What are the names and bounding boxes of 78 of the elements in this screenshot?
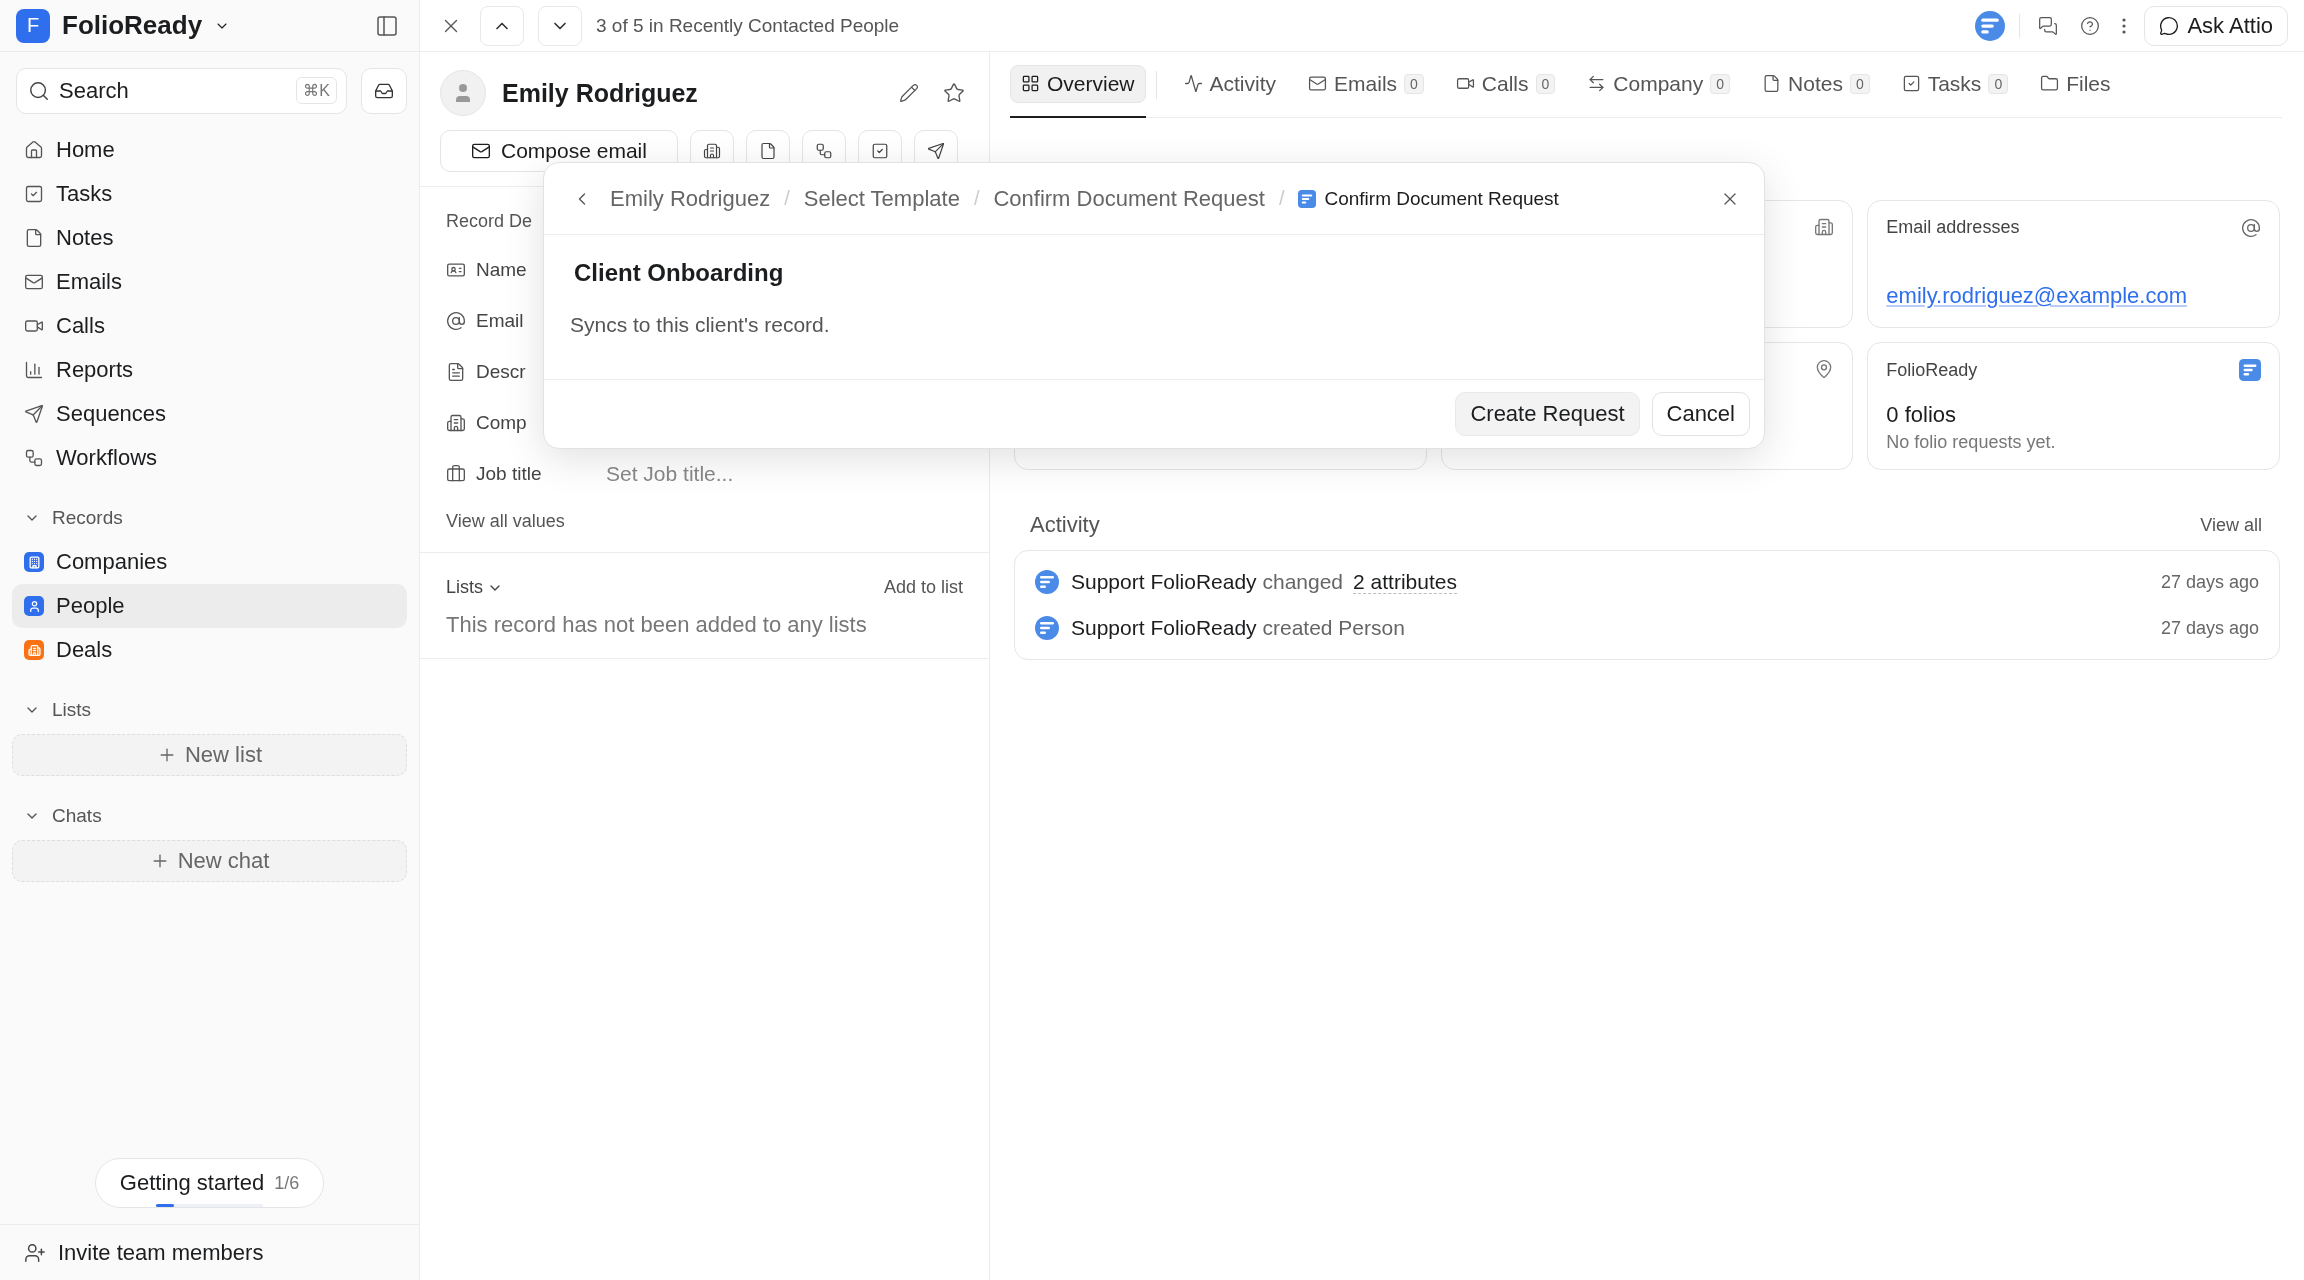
folio-count: 0 folios [1886,402,1958,428]
record-item[interactable]: People [12,584,407,628]
tab[interactable]: Activity [1172,51,1288,118]
tab[interactable]: Files [2029,51,2122,118]
breadcrumb-separator: / [973,187,980,210]
getting-started-button[interactable]: Getting started 1/6 [94,1158,325,1208]
breadcrumb[interactable]: Confirm Document Request [1298,187,1559,210]
nav-label: Companies [56,549,168,575]
breadcrumb[interactable]: Emily Rodriguez [610,185,771,212]
section-title: Activity [1030,512,1100,538]
tab-count: 0 [1710,73,1731,94]
card-title: Email addresses [1886,217,2020,238]
nav-item[interactable]: Notes [12,216,407,260]
nav-label: Workflows [56,445,158,471]
email-link[interactable]: emily.rodriguez@example.com [1886,283,2261,309]
person-name: Emily Rodriguez [502,78,699,108]
card-title: FolioReady [1886,359,1978,381]
dialog-description: Syncs to this client's record. [570,313,831,337]
nav-label: People [56,593,125,619]
card-note: No folio requests yet. [1886,432,2057,453]
empty-message: This record has not been added to any lists [446,612,868,638]
nav-item[interactable]: Tasks [12,172,407,216]
workspace-logo[interactable]: F [16,8,50,43]
field-label: Descr [476,360,527,383]
section-title[interactable]: Chats [52,805,102,827]
nav-label: Notes [56,225,114,251]
nav-item[interactable]: Emails [12,260,407,304]
lists-dropdown[interactable]: Lists [446,577,503,598]
view-all-link[interactable]: View all values [446,511,963,532]
nav-label: Sequences [56,401,167,427]
tab-count: 0 [1535,73,1556,94]
activity-time: 27 days ago [2160,571,2259,593]
record-item[interactable]: Deals [12,628,407,672]
view-all-link[interactable]: View all [2200,514,2262,536]
nav-label: Home [56,137,115,163]
field-label: Comp [476,411,528,434]
cancel-button[interactable]: Cancel [1651,392,1750,436]
section-title[interactable]: Records [52,507,123,529]
field-value[interactable]: Set Job title... [606,461,734,486]
workspace-name[interactable]: FolioReady [62,10,203,41]
nav-item[interactable]: Workflows [12,436,407,480]
shortcut-hint: ⌘K [296,77,337,104]
activity-text: Support FolioReady changed 2 attributes [1071,570,1458,594]
dialog-title: Client Onboarding [574,259,785,287]
breadcrumb-separator: / [1278,187,1285,210]
breadcrumb[interactable]: Select Template [803,185,960,212]
nav-label: Reports [56,357,134,383]
nav-item[interactable]: Calls [12,304,407,348]
tab[interactable]: Company 0 [1576,51,1742,118]
new-item-button[interactable]: New chat [12,840,407,882]
create-request-button[interactable]: Create Request [1455,392,1640,436]
nav-label: Tasks [56,181,113,207]
tab-count: 0 [1988,73,2009,94]
ask-button[interactable]: Ask Attio [2144,5,2288,46]
record-position: 3 of 5 in Recently Contacted People [596,14,900,37]
section-title[interactable]: Lists [52,699,92,721]
tab[interactable]: Tasks 0 [1890,51,2020,118]
field-label: Job title [476,462,543,485]
activity-time: 27 days ago [2160,617,2259,639]
nav-item[interactable]: Sequences [12,392,407,436]
invite-link[interactable]: Invite team members [58,1239,264,1266]
nav-label: Emails [56,269,122,295]
add-to-list-link[interactable]: Add to list [883,577,963,598]
tab[interactable]: Notes 0 [1751,51,1881,118]
breadcrumb[interactable]: Confirm Document Request [993,185,1265,212]
tab-count: 0 [1404,73,1424,94]
nav-label: Calls [56,313,105,339]
tab[interactable]: Calls 0 [1444,51,1567,118]
tab[interactable]: Emails 0 [1297,51,1435,118]
activity-text: Support FolioReady created Person [1071,616,1406,640]
record-item[interactable]: Companies [12,540,407,584]
nav-item[interactable]: Home [12,128,407,172]
new-item-button[interactable]: New list [12,734,407,776]
breadcrumb-separator: / [784,187,790,210]
nav-label: Deals [56,637,113,663]
section-title: Record De [446,211,534,232]
nav-item[interactable]: Reports [12,348,407,392]
tab-count: 0 [1849,73,1870,94]
